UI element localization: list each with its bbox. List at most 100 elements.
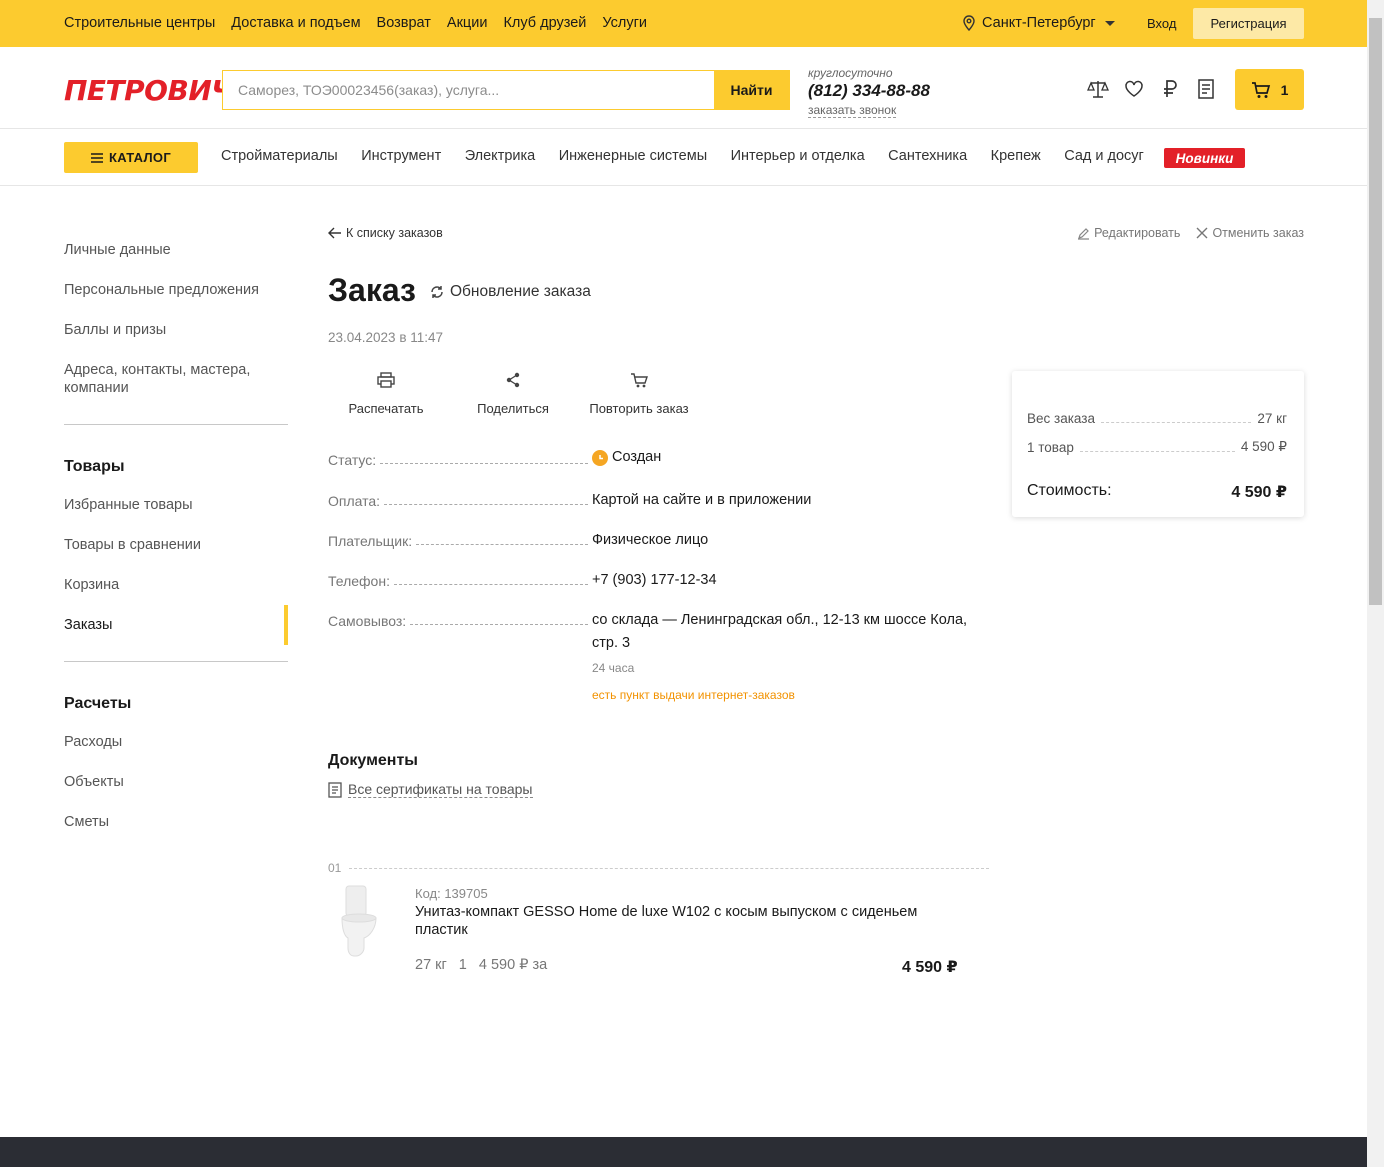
close-icon bbox=[1196, 227, 1208, 239]
order-update-status[interactable]: Обновление заказа bbox=[429, 283, 591, 301]
pickup-note[interactable]: есть пункт выдачи интернет-заказов bbox=[592, 684, 992, 707]
field-label: Статус: bbox=[328, 452, 377, 468]
item-separator: 01 bbox=[328, 861, 990, 875]
order-top-actions: Редактировать Отменить заказ bbox=[1077, 226, 1304, 240]
search-box: Найти bbox=[222, 70, 790, 110]
register-button[interactable]: Регистрация bbox=[1193, 8, 1304, 39]
menu-icon bbox=[90, 152, 103, 163]
product-name[interactable]: Унитаз-компакт GESSO Home de luxe W102 с… bbox=[415, 903, 935, 939]
logo[interactable]: ПЕТРОВИЧ bbox=[64, 74, 234, 107]
top-link-return[interactable]: Возврат bbox=[377, 15, 431, 31]
cart-button[interactable]: 1 bbox=[1235, 69, 1304, 110]
nav-item-fasteners[interactable]: Крепеж bbox=[991, 148, 1041, 164]
product-total: 4 590 ₽ bbox=[902, 959, 958, 976]
footer bbox=[0, 1137, 1367, 1167]
nav-item-plumbing[interactable]: Сантехника bbox=[888, 148, 967, 164]
top-link-club[interactable]: Клуб друзей bbox=[503, 15, 586, 31]
scrollbar[interactable] bbox=[1367, 0, 1384, 1167]
sidebar-item-offers[interactable]: Персональные предложения bbox=[64, 281, 259, 299]
edit-order-button[interactable]: Редактировать bbox=[1077, 226, 1180, 240]
nav-item-engineering[interactable]: Инженерные системы bbox=[559, 148, 707, 164]
field-label: Плательщик: bbox=[328, 533, 413, 549]
certificates-link[interactable]: Все сертификаты на товары bbox=[328, 782, 533, 798]
nav-item-interior[interactable]: Интерьер и отделка bbox=[731, 148, 865, 164]
payment-value: Картой на сайте и в приложении bbox=[592, 492, 812, 508]
top-link-services[interactable]: Услуги bbox=[602, 15, 647, 31]
nav-item-building[interactable]: Стройматериалы bbox=[221, 148, 338, 164]
cart-icon bbox=[1251, 81, 1270, 98]
field-label: Телефон: bbox=[328, 573, 390, 589]
product-price: 4 590 ₽ за bbox=[478, 957, 548, 973]
top-bar: Строительные центры Доставка и подъем Во… bbox=[0, 0, 1367, 47]
sidebar-item-expenses[interactable]: Расходы bbox=[64, 733, 122, 751]
product-meta: 27 кг 1 4 590 ₽ за bbox=[415, 957, 547, 973]
sidebar-item-cart[interactable]: Корзина bbox=[64, 576, 119, 594]
order-date: 23.04.2023 в 11:47 bbox=[328, 330, 444, 345]
category-links: Стройматериалы Инструмент Электрика Инже… bbox=[221, 148, 1167, 164]
compare-icon[interactable] bbox=[1087, 78, 1109, 100]
phone-value: +7 (903) 177-12-34 bbox=[592, 572, 717, 588]
sidebar-item-points[interactable]: Баллы и призы bbox=[64, 321, 166, 339]
cancel-order-button[interactable]: Отменить заказ bbox=[1196, 226, 1304, 240]
search-input[interactable] bbox=[223, 71, 714, 109]
top-links: Строительные центры Доставка и подъем Во… bbox=[64, 15, 663, 31]
cart-count: 1 bbox=[1280, 81, 1289, 98]
refresh-icon bbox=[431, 286, 443, 298]
product-qty: 1 bbox=[458, 957, 467, 973]
status-value: Создан bbox=[612, 449, 662, 465]
repeat-order-label: Повторить заказ bbox=[589, 401, 689, 416]
summary-items-label: 1 товар bbox=[1027, 440, 1074, 455]
top-link-delivery[interactable]: Доставка и подъем bbox=[231, 15, 360, 31]
share-button[interactable]: Поделиться bbox=[473, 369, 553, 416]
phone-block: круглосуточно (812) 334-88-88 заказать з… bbox=[808, 66, 930, 119]
search-button[interactable]: Найти bbox=[714, 71, 789, 109]
call-back-link[interactable]: заказать звонок bbox=[808, 104, 897, 118]
certificates-label: Все сертификаты на товары bbox=[348, 781, 533, 798]
sidebar-divider bbox=[64, 424, 288, 425]
back-link-label: К списку заказов bbox=[346, 226, 443, 240]
repeat-order-button[interactable]: Повторить заказ bbox=[583, 369, 695, 416]
chevron-down-icon bbox=[1104, 21, 1115, 26]
login-link[interactable]: Вход bbox=[1147, 16, 1176, 31]
sidebar-item-favorites[interactable]: Избранные товары bbox=[64, 496, 193, 514]
heart-icon[interactable] bbox=[1123, 78, 1145, 100]
orders-list-icon[interactable] bbox=[1195, 78, 1217, 100]
sidebar-item-orders[interactable]: Заказы bbox=[64, 616, 112, 634]
back-to-orders-link[interactable]: К списку заказов bbox=[328, 226, 443, 240]
nav-item-garden[interactable]: Сад и досуг bbox=[1064, 148, 1144, 164]
cart-repeat-icon bbox=[630, 372, 648, 387]
payer-value: Физическое лицо bbox=[592, 532, 709, 548]
sidebar-item-compare[interactable]: Товары в сравнении bbox=[64, 536, 201, 554]
new-products-badge[interactable]: Новинки bbox=[1164, 148, 1245, 168]
pickup-hours: 24 часа bbox=[592, 661, 635, 675]
scrollbar-thumb[interactable] bbox=[1369, 18, 1382, 605]
product-image[interactable] bbox=[336, 884, 394, 960]
sidebar-item-personal-data[interactable]: Личные данные bbox=[64, 241, 171, 259]
sidebar-item-objects[interactable]: Объекты bbox=[64, 773, 124, 791]
pencil-icon bbox=[1078, 227, 1090, 240]
field-label: Самовывоз: bbox=[328, 613, 407, 629]
nav-item-electric[interactable]: Электрика bbox=[465, 148, 536, 164]
share-icon bbox=[506, 372, 520, 388]
nav-item-tools[interactable]: Инструмент bbox=[361, 148, 441, 164]
cancel-order-label: Отменить заказ bbox=[1212, 226, 1304, 240]
print-button[interactable]: Распечатать bbox=[346, 369, 426, 416]
city-selector[interactable]: Санкт-Петербург bbox=[962, 15, 1118, 31]
sidebar-item-addresses[interactable]: Адреса, контакты, мастера, компании bbox=[64, 361, 264, 397]
sidebar-item-estimates[interactable]: Сметы bbox=[64, 813, 109, 831]
field-label: Оплата: bbox=[328, 493, 381, 509]
top-link-stores[interactable]: Строительные центры bbox=[64, 15, 215, 31]
print-label: Распечатать bbox=[348, 401, 424, 416]
product-weight: 27 кг bbox=[415, 957, 447, 973]
catalog-button[interactable]: КАТАЛОГ bbox=[64, 142, 198, 173]
summary-weight-label: Вес заказа bbox=[1027, 411, 1095, 426]
sidebar-goods-title: Товары bbox=[64, 458, 125, 475]
sidebar-active-indicator bbox=[284, 605, 288, 645]
arrow-left-icon bbox=[328, 227, 341, 239]
ruble-icon[interactable] bbox=[1159, 78, 1181, 100]
phone-number[interactable]: (812) 334-88-88 bbox=[808, 81, 930, 101]
top-link-promo[interactable]: Акции bbox=[447, 15, 488, 31]
item-index: 01 bbox=[328, 861, 342, 875]
summary-total-row: Стоимость: 4 590 ₽ bbox=[1027, 482, 1287, 502]
edit-order-label: Редактировать bbox=[1094, 226, 1181, 240]
